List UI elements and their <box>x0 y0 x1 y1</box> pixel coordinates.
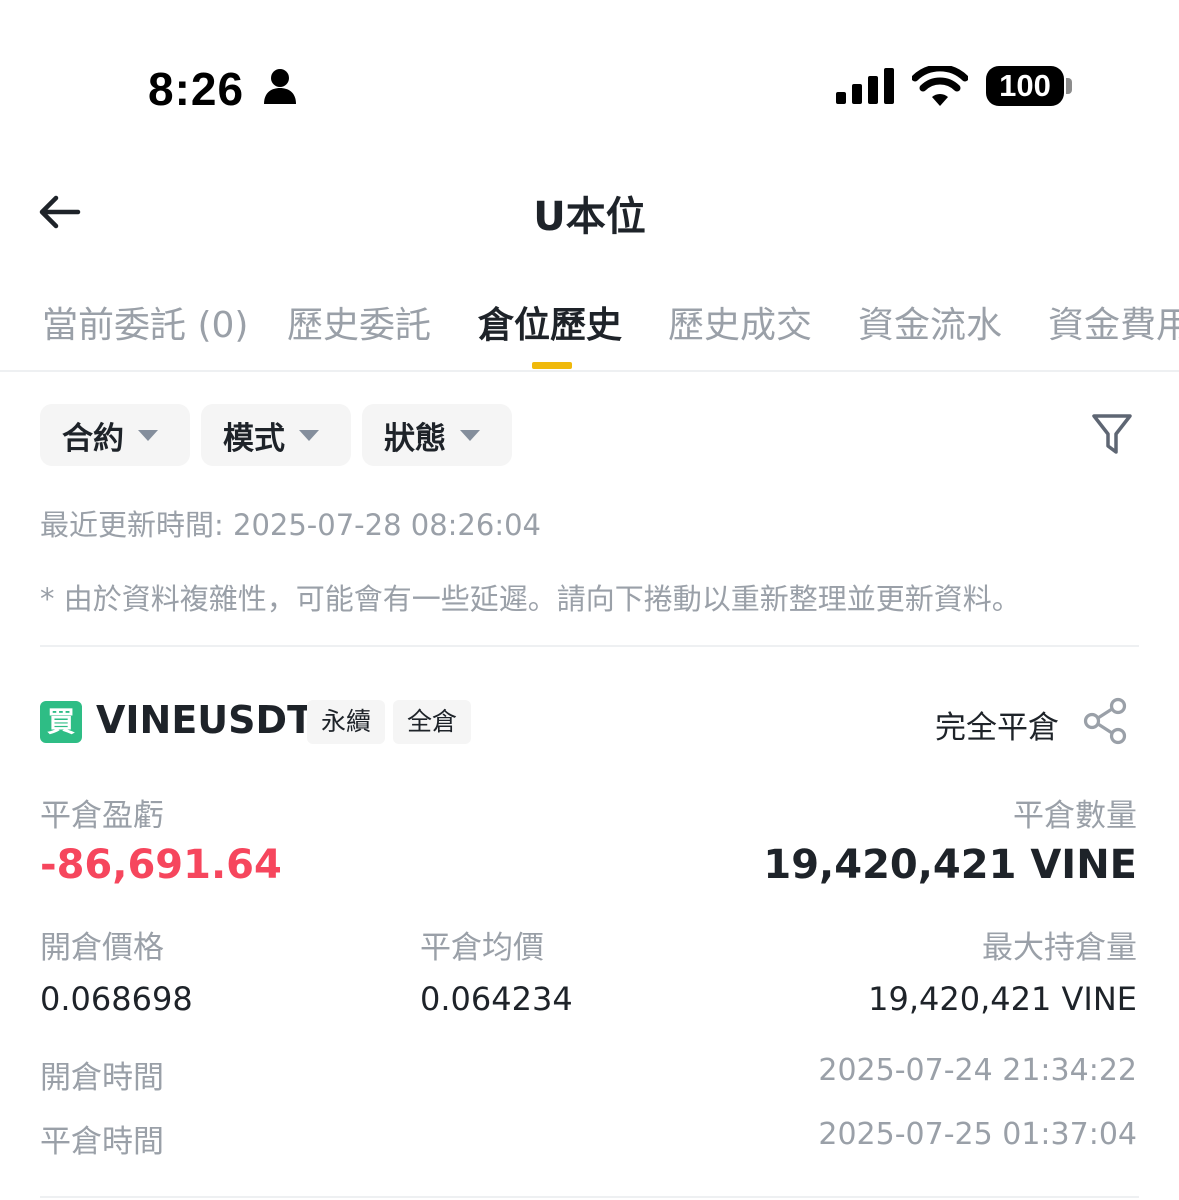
max-position-value: 19,420,421 VINE <box>868 980 1137 1018</box>
page-title: U本位 <box>533 194 646 240</box>
tab-order-history[interactable]: 歷史委託 <box>287 296 431 348</box>
tab-transaction-history[interactable]: 資金流水 <box>858 296 1002 348</box>
close-avg-price-label: 平倉均價 <box>420 930 544 966</box>
open-price-label: 開倉價格 <box>40 930 164 966</box>
status-time: 8:26 <box>148 63 245 115</box>
caret-down-icon <box>299 429 319 441</box>
tabs-divider <box>0 370 1179 372</box>
caret-down-icon <box>138 429 158 441</box>
tab-funding-fee[interactable]: 資金費用 <box>1048 296 1179 348</box>
cellular-signal-icon <box>836 68 894 104</box>
close-avg-price-value: 0.064234 <box>420 980 573 1018</box>
funnel-icon[interactable] <box>1090 410 1134 458</box>
close-status: 完全平倉 <box>935 710 1059 746</box>
close-quantity-value: 19,420,421 VINE <box>763 842 1137 888</box>
person-icon <box>264 69 296 104</box>
last-updated-time: 最近更新時間: 2025-07-28 08:26:04 <box>40 508 541 542</box>
max-position-label: 最大持倉量 <box>982 930 1137 966</box>
filter-status-dropdown[interactable]: 狀態 <box>362 404 512 466</box>
open-price-value: 0.068698 <box>40 980 193 1018</box>
share-icon[interactable] <box>1082 697 1130 745</box>
filter-mode-label: 模式 <box>223 420 285 457</box>
active-tab-indicator <box>532 362 572 369</box>
card-divider <box>40 1196 1139 1198</box>
position-history-screen: 8:26 100 U本位 當前委託 (0) 歷史委託 倉位歷史 歷史成交 資金流… <box>0 0 1179 1200</box>
delay-notice: * 由於資料複雜性，可能會有一些延遲。請向下捲動以重新整理並更新資料。 <box>40 582 1021 616</box>
open-time-value: 2025-07-24 21:34:22 <box>818 1053 1137 1088</box>
caret-down-icon <box>460 429 480 441</box>
tab-trade-history[interactable]: 歷史成交 <box>668 296 812 348</box>
realized-pnl-value: -86,691.64 <box>40 842 282 888</box>
tag-cross-margin: 全倉 <box>393 700 472 744</box>
filter-contract-dropdown[interactable]: 合約 <box>40 404 190 466</box>
position-symbol[interactable]: VINEUSDT <box>96 698 313 742</box>
battery-icon: 100 <box>986 66 1064 106</box>
filter-mode-dropdown[interactable]: 模式 <box>201 404 351 466</box>
tab-current-orders[interactable]: 當前委託 (0) <box>42 296 248 348</box>
filter-status-label: 狀態 <box>384 420 446 457</box>
section-divider <box>40 645 1139 647</box>
tag-perpetual: 永續 <box>307 700 386 744</box>
open-time-label: 開倉時間 <box>40 1060 164 1096</box>
close-time-value: 2025-07-25 01:37:04 <box>818 1117 1137 1152</box>
wifi-icon <box>912 66 968 106</box>
realized-pnl-label: 平倉盈虧 <box>40 798 164 834</box>
filter-contract-label: 合約 <box>62 420 124 457</box>
tab-position-history[interactable]: 倉位歷史 <box>478 296 622 348</box>
tab-bar: 當前委託 (0) 歷史委託 倉位歷史 歷史成交 資金流水 資金費用 <box>0 290 1179 370</box>
buy-side-badge: 買 <box>40 701 82 743</box>
battery-tip <box>1066 78 1072 94</box>
close-quantity-label: 平倉數量 <box>1013 798 1137 834</box>
close-time-label: 平倉時間 <box>40 1124 164 1160</box>
